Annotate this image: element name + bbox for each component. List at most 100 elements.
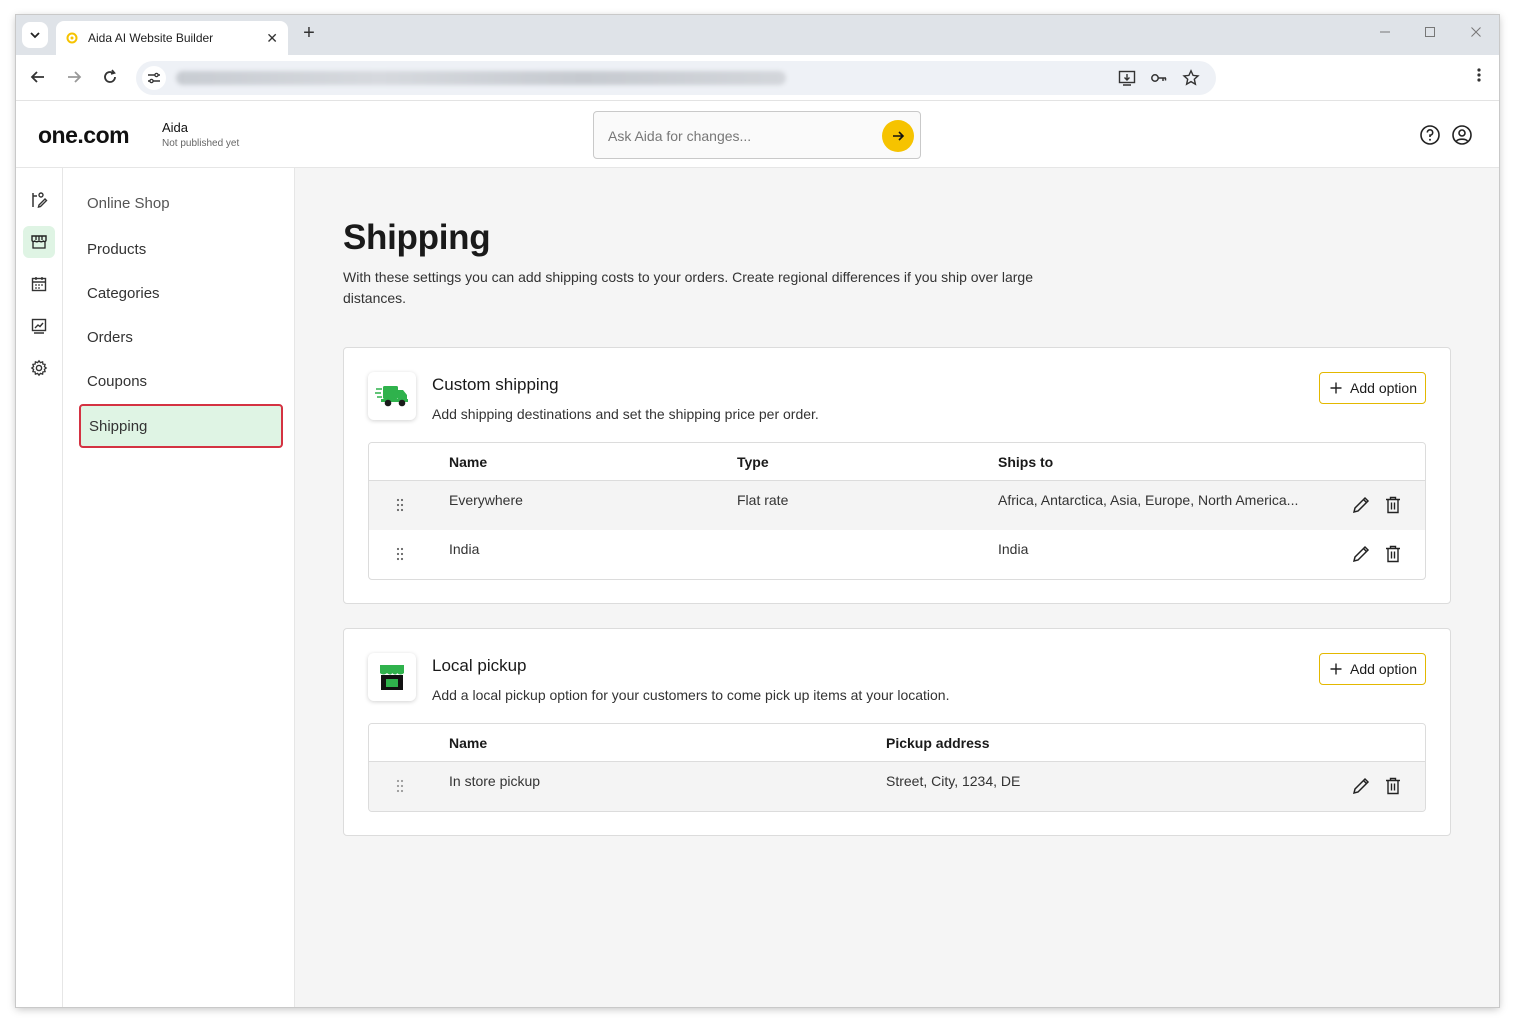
ask-aida-submit-button[interactable] [882,120,914,152]
gear-icon [30,359,48,377]
browser-window: Aida AI Website Builder ✕ + one.com Aida… [16,15,1499,1007]
sidebar-item-coupons[interactable]: Coupons [87,373,147,390]
site-name: Aida [162,120,189,135]
delete-button[interactable] [1383,776,1403,796]
column-header-name: Name [449,454,488,470]
bookmark-button[interactable] [1182,69,1200,87]
table-header: Name Type Ships to [369,443,1425,481]
reload-icon [104,69,116,83]
install-app-button[interactable] [1118,69,1136,87]
sidebar-item-shipping[interactable]: Shipping [79,404,283,448]
row-name: Everywhere [449,492,523,508]
analytics-icon [31,318,47,334]
browser-menu-button[interactable] [1477,67,1481,88]
calendar-icon [31,277,47,292]
store-icon [31,235,47,249]
minimize-icon [1380,31,1390,33]
tune-icon [148,72,160,84]
rail-analytics-button[interactable] [23,310,55,342]
arrow-right-icon [893,131,905,141]
column-header-pickup-address: Pickup address [886,735,990,751]
local-pickup-icon-box [368,653,416,701]
row-ships-to: India [998,541,1029,557]
sidebar-item-orders[interactable]: Orders [87,329,133,346]
icon-rail [16,168,63,1007]
address-bar[interactable] [136,61,1216,95]
column-header-type: Type [737,454,769,470]
delete-button[interactable] [1383,495,1403,515]
page-description: With these settings you can add shipping… [343,269,1034,306]
minimize-button[interactable] [1375,25,1395,41]
shipping-options-table: Name Type Ships to Everywhere Flat rate … [368,442,1426,580]
local-pickup-title: Local pickup [432,656,527,675]
pickup-options-table: Name Pickup address In store pickup Stre… [368,723,1426,812]
delete-button[interactable] [1383,544,1403,564]
account-icon[interactable] [1451,124,1473,146]
app-header: one.com Aida Not published yet [16,102,1499,168]
delivery-truck-icon [375,386,408,407]
trash-icon [1386,545,1400,563]
edit-flow-icon [32,192,48,208]
table-header: Name Pickup address [369,724,1425,762]
maximize-button[interactable] [1420,25,1440,41]
close-window-button[interactable] [1466,25,1486,41]
rail-shop-button[interactable] [23,226,55,258]
kebab-menu-icon [1477,68,1481,82]
main-content: Shipping With these settings you can add… [295,168,1499,1007]
forward-button[interactable] [62,65,86,89]
custom-shipping-title: Custom shipping [432,375,559,394]
local-pickup-subtitle: Add a local pickup option for your custo… [432,687,950,703]
rail-settings-button[interactable] [23,352,55,384]
publish-status: Not published yet [162,138,240,149]
add-shipping-option-button[interactable]: Add option [1319,372,1426,404]
password-manager-button[interactable] [1150,69,1168,87]
tab-title: Aida AI Website Builder [88,31,214,45]
maximize-icon [1425,27,1435,37]
tab-close-button[interactable]: ✕ [266,30,278,47]
close-icon [1471,27,1481,37]
add-option-label: Add option [1350,380,1417,396]
drag-handle-icon[interactable] [395,497,405,513]
add-pickup-option-button[interactable]: Add option [1319,653,1426,685]
storefront-icon [380,665,404,690]
column-header-ships-to: Ships to [998,454,1054,470]
browser-tab-active[interactable]: Aida AI Website Builder ✕ [56,21,288,55]
tab-strip: Aida AI Website Builder ✕ + [16,15,1499,55]
edit-button[interactable] [1351,776,1371,796]
help-icon[interactable] [1419,124,1441,146]
drag-handle-icon[interactable] [395,778,405,794]
pencil-icon [1352,496,1370,514]
page-title: Shipping [343,218,491,257]
install-icon [1118,70,1136,86]
aida-favicon-icon [66,32,78,44]
edit-button[interactable] [1351,495,1371,515]
custom-shipping-card: Custom shipping Add shipping destination… [343,347,1451,604]
drag-handle-icon[interactable] [395,546,405,562]
browser-toolbar [16,55,1499,101]
rail-editor-button[interactable] [23,184,55,216]
ask-aida-box [593,111,921,159]
sidebar-item-products[interactable]: Products [87,241,146,258]
edit-button[interactable] [1351,544,1371,564]
reload-button[interactable] [98,65,122,89]
trash-icon [1386,777,1400,795]
ask-aida-input[interactable] [608,124,868,148]
pencil-icon [1352,777,1370,795]
table-row: In store pickup Street, City, 1234, DE [369,762,1425,811]
trash-icon [1386,496,1400,514]
rail-calendar-button[interactable] [23,268,55,300]
sidebar-item-categories[interactable]: Categories [87,285,160,302]
row-pickup-address: Street, City, 1234, DE [886,773,1021,789]
tab-search-button[interactable] [22,22,48,48]
arrow-left-icon [30,71,44,83]
star-icon [1182,69,1200,86]
pencil-icon [1352,545,1370,563]
one-com-logo[interactable]: one.com [38,122,130,149]
back-button[interactable] [26,65,50,89]
site-info-button[interactable] [142,66,166,90]
row-name: In store pickup [449,773,541,789]
table-row: India India [369,530,1425,579]
url-text-blurred [176,71,786,85]
plus-icon [1330,382,1342,394]
new-tab-button[interactable]: + [298,23,320,45]
